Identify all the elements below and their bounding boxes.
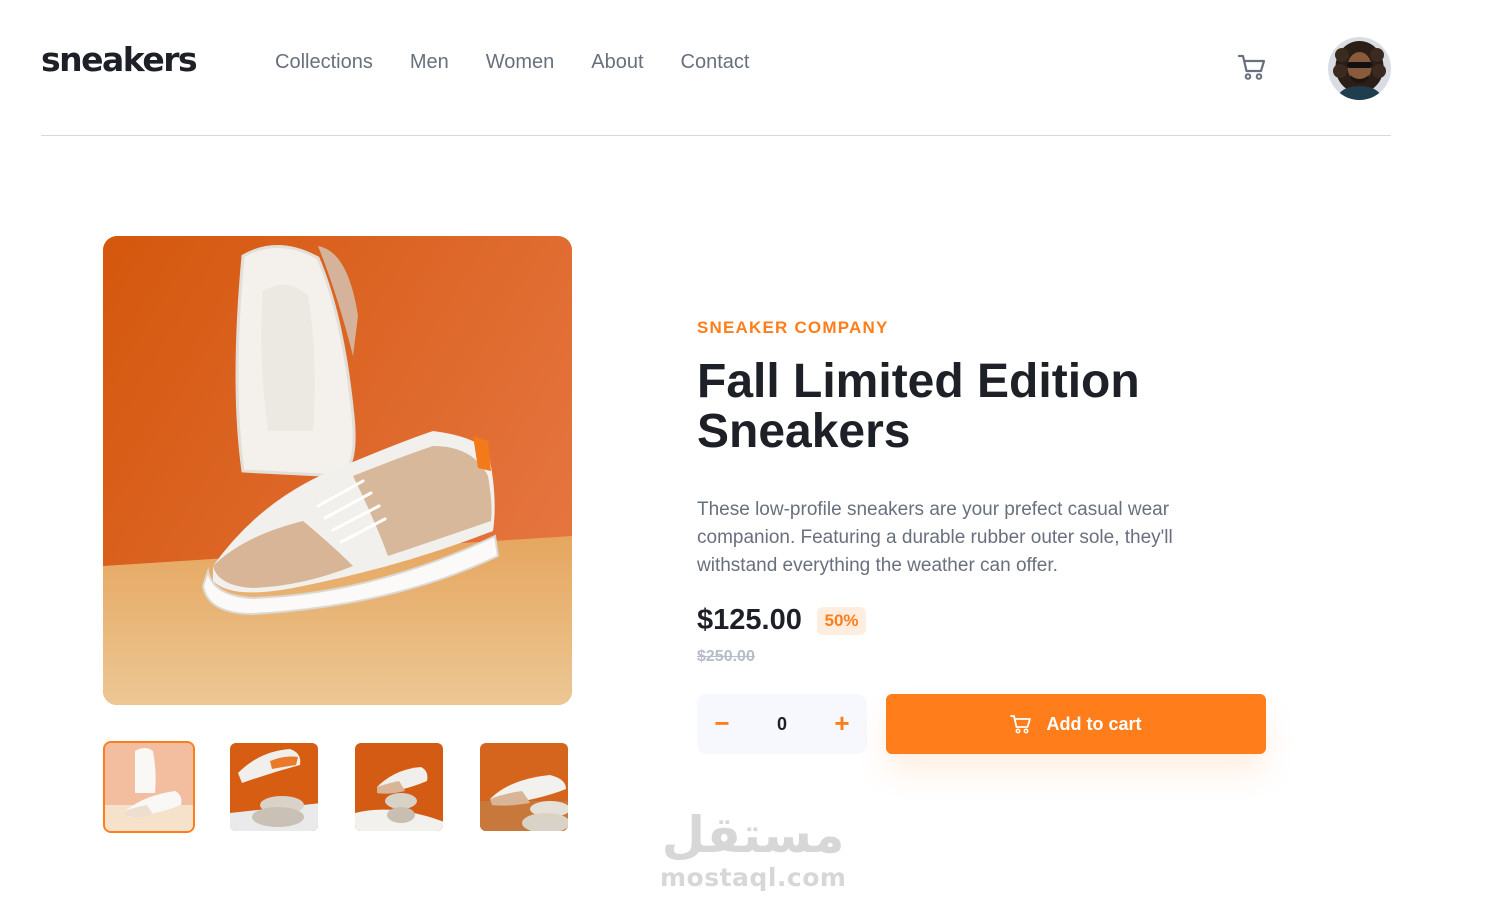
thumbnail-2[interactable] [228, 741, 320, 833]
discount-badge: 50% [817, 607, 866, 635]
product-title-line-2: Sneakers [697, 405, 911, 458]
cart-icon [1237, 54, 1266, 80]
plus-icon: + [834, 708, 850, 738]
cart-icon [1010, 715, 1032, 734]
minus-icon: − [714, 708, 730, 738]
thumbnail-image [105, 743, 193, 831]
add-to-cart-button[interactable]: Add to cart [886, 694, 1266, 754]
product-title: Fall Limited Edition Sneakers [697, 357, 1257, 457]
thumbnail-image [480, 743, 568, 831]
decrease-quantity-button[interactable]: − [697, 694, 747, 754]
nav-link-men[interactable]: Men [410, 51, 449, 74]
watermark-arabic: مستقل [661, 806, 845, 864]
increase-quantity-button[interactable]: + [817, 694, 867, 754]
thumbnail-3[interactable] [353, 741, 445, 833]
thumbnail-4[interactable] [478, 741, 570, 833]
nav-link-contact[interactable]: Contact [681, 51, 750, 74]
avatar-image [1328, 37, 1391, 100]
company-name: SNEAKER COMPANY [697, 318, 889, 337]
quantity-stepper: − 0 + [697, 694, 867, 754]
product-main-image[interactable] [103, 236, 572, 705]
add-to-cart-label: Add to cart [1046, 713, 1142, 734]
product-description: These low-profile sneakers are your pref… [697, 499, 1173, 576]
thumbnail-1[interactable] [103, 741, 195, 833]
quantity-value[interactable]: 0 [747, 694, 817, 754]
cart-button[interactable] [1237, 53, 1267, 81]
nav-link-women[interactable]: Women [486, 51, 555, 74]
current-price: $125.00 [697, 604, 802, 636]
product-title-line-1: Fall Limited Edition [697, 355, 1140, 408]
thumbnail-image [355, 743, 443, 831]
watermark: مستقل mostaql.com [660, 806, 846, 892]
site-header: sneakers Collections Men Women About Con… [41, 0, 1391, 136]
original-price: $250.00 [697, 648, 755, 665]
thumbnail-image [230, 743, 318, 831]
nav-link-collections[interactable]: Collections [275, 51, 373, 74]
site-logo[interactable]: sneakers [41, 40, 198, 79]
sneaker-illustration [103, 236, 572, 705]
user-avatar[interactable] [1328, 37, 1391, 100]
thumbnail-list [103, 741, 570, 833]
nav-link-about[interactable]: About [591, 51, 643, 74]
watermark-latin: mostaql.com [660, 863, 847, 892]
main-nav: Collections Men Women About Contact [275, 51, 749, 74]
